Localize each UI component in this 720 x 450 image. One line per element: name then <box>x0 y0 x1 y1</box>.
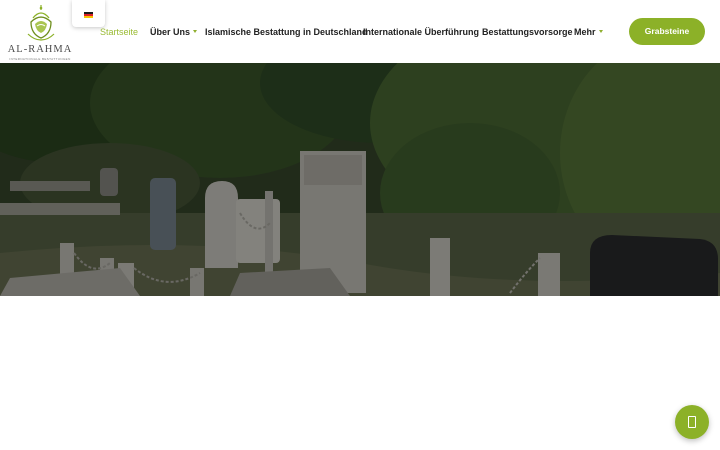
nav-item-islamische-bestattung[interactable]: Islamische Bestattung in Deutschland <box>205 26 368 38</box>
nav-item-startseite[interactable]: Startseite <box>100 26 138 38</box>
nav-item-label: Bestattungsvorsorge <box>482 27 573 37</box>
hero-banner <box>0 63 720 296</box>
chevron-down-icon <box>598 30 603 33</box>
nav-item-label: Internationale Überführung <box>363 27 480 37</box>
nav-item-bestattungsvorsorge[interactable]: Bestattungsvorsorge <box>482 26 573 38</box>
chevron-down-icon <box>193 30 198 33</box>
hero-overlay <box>0 63 720 296</box>
logo-emblem-icon <box>27 5 55 41</box>
site-header: AL-RAHMA INTERNATIONALE BESTATTUNGEN Sta… <box>0 0 720 63</box>
nav-item-label: Startseite <box>100 27 139 37</box>
nav-item-internationale-ueberfuehrung[interactable]: Internationale Überführung <box>363 26 479 38</box>
nav-item-label: Mehr <box>574 27 596 37</box>
germany-flag-icon <box>84 12 93 18</box>
nav-item-mehr[interactable]: Mehr <box>574 26 603 38</box>
logo-wordmark: AL-RAHMA <box>7 44 73 55</box>
mobile-phone-icon <box>688 416 696 428</box>
nav-item-label: Islamische Bestattung in Deutschland <box>205 27 368 37</box>
al-rahma-logo[interactable]: AL-RAHMA INTERNATIONALE BESTATTUNGEN <box>4 4 76 61</box>
logo-tagline: INTERNATIONALE BESTATTUNGEN <box>9 57 71 61</box>
call-button[interactable] <box>675 405 709 439</box>
nav-item-label: Über Uns <box>150 27 191 37</box>
nav-item-ueber-uns[interactable]: Über Uns <box>150 26 198 38</box>
grabsteine-button[interactable]: Grabsteine <box>629 18 705 45</box>
language-switcher[interactable] <box>72 0 105 27</box>
